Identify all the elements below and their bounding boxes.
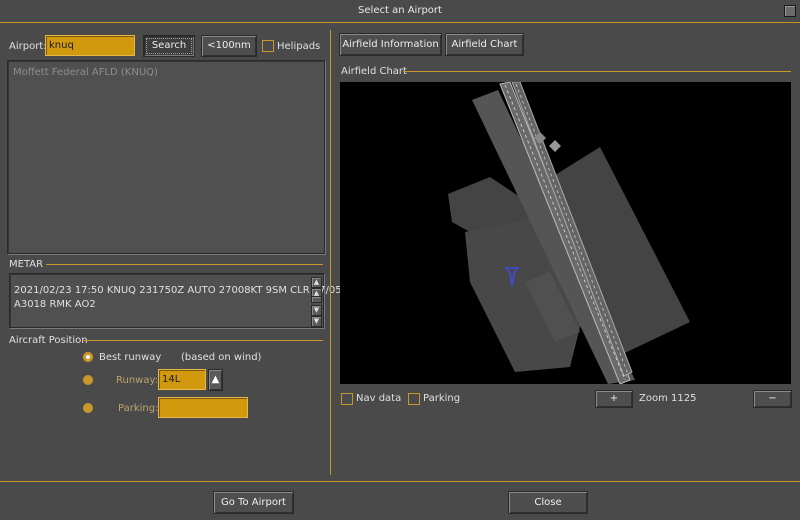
marker-diamond-1	[549, 140, 561, 152]
zoom-out-button[interactable]: −	[753, 390, 792, 408]
window-title: Select an Airport	[358, 5, 442, 16]
runway-label: Runway:	[116, 375, 159, 386]
airport-label: Airport:	[9, 41, 47, 52]
airport-results-list[interactable]: Moffett Federal AFLD (KNUQ)	[7, 60, 325, 254]
runway-radio[interactable]	[83, 375, 93, 385]
scroll-thumb[interactable]	[311, 296, 322, 303]
metar-text-box: 2021/02/23 17:50 KNUQ 231750Z AUTO 27008…	[9, 273, 342, 328]
zoom-level-text: Zoom 1125	[639, 393, 697, 404]
airfield-chart-heading: Airfield Chart	[341, 66, 407, 77]
best-runway-label: Best runway	[99, 352, 162, 363]
footer-divider	[0, 481, 800, 482]
search-button[interactable]: Search	[143, 35, 195, 57]
runway-direction-button[interactable]: ▲	[208, 369, 223, 391]
column-divider	[330, 30, 331, 475]
runway-direction-icon: ▲	[211, 374, 220, 385]
scroll-bottom-icon[interactable]: ▼	[311, 316, 322, 327]
title-bar: Select an Airport	[0, 0, 800, 23]
metar-line-1: 2021/02/23 17:50 KNUQ 231750Z AUTO 27008…	[14, 285, 342, 296]
best-runway-note: (based on wind)	[181, 352, 262, 363]
airport-search-input[interactable]: knuq	[45, 35, 135, 56]
nav-data-label: Nav data	[356, 393, 402, 404]
tab-airfield-chart[interactable]: Airfield Chart	[445, 33, 524, 56]
range-filter-button[interactable]: <100nm	[201, 35, 257, 57]
close-button[interactable]: Close	[508, 491, 588, 514]
airfield-chart-divider	[403, 71, 791, 72]
aircraft-position-heading: Aircraft Position	[9, 335, 88, 346]
tab-airfield-information[interactable]: Airfield Information	[339, 33, 442, 56]
metar-heading: METAR	[9, 259, 44, 270]
scroll-top-icon[interactable]: ▲	[311, 277, 322, 288]
runway-field[interactable]: 14L	[158, 369, 206, 390]
airfield-map	[448, 82, 690, 384]
window-close-button[interactable]	[784, 5, 796, 17]
metar-divider	[46, 264, 323, 265]
aircraft-position-divider	[82, 340, 323, 341]
go-to-airport-button[interactable]: Go To Airport	[213, 491, 294, 514]
parking-field[interactable]	[158, 397, 248, 418]
best-runway-radio[interactable]	[83, 352, 93, 362]
helipads-checkbox[interactable]	[262, 40, 274, 52]
metar-line-2: A3018 RMK AO2	[14, 299, 96, 310]
parking-checkbox-label: Parking	[423, 393, 461, 404]
parking-checkbox[interactable]	[408, 393, 420, 405]
zoom-in-button[interactable]: +	[595, 390, 633, 408]
helipads-label: Helipads	[277, 41, 321, 52]
parking-label: Parking:	[118, 403, 159, 414]
scroll-down-icon[interactable]: ▼	[311, 305, 322, 316]
parking-radio[interactable]	[83, 403, 93, 413]
result-item-knug[interactable]: Moffett Federal AFLD (KNUQ)	[13, 67, 158, 78]
airfield-chart-canvas[interactable]	[340, 82, 791, 384]
nav-data-checkbox[interactable]	[341, 393, 353, 405]
